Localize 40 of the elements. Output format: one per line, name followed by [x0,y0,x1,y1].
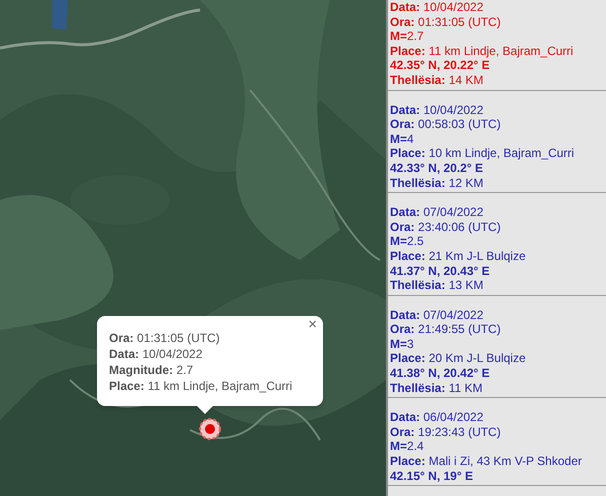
detail-text: M=2.7 [390,29,425,44]
earthquake-item[interactable]: Data: 07/04/2022 Ora: 21:49:55 (UTC) M=3 Place: 20 Km J-L Bulqize 41.38° N, 20.42° E Thellësia: 11 KM [388,296,606,398]
detail-text: Thellësia: 13 KM [390,278,484,293]
detail-text: Place: 21 Km J-L Bulqize [390,248,527,264]
detail-text: Thellësia: 14 KM [390,72,484,88]
popup-text: Place: 11 km Lindje, Bajram_Curri [109,378,294,394]
popup-text: Data: 10/04/2022 [109,346,204,362]
detail-text: Thellësia: 11 KM [390,380,484,396]
detail-text: Place: 11 km Lindje, Bajram_Curri [390,44,574,58]
earthquake-item[interactable]: Data: 07/04/2022 Ora: 23:40:06 (UTC) M=2.5 Place: 21 Km J-L Bulqize 41.37° N, 20.43° E Thellësia: 13 KM [388,193,606,296]
detail-text: M=3 [390,336,415,352]
marker-icon[interactable] [199,418,221,440]
detail-text: M=2.5 [390,234,425,249]
detail-text: Ora: 19:23:43 (UTC) [390,424,502,440]
popup-text: Ora: 01:31:05 (UTC) [109,330,221,346]
detail-text: Place: 20 Km J-L Bulqize [390,351,527,366]
detail-text: Thellësia: 12 KM [390,176,484,190]
coordinates-text: 42.33° N, 20.2° E [390,160,484,176]
coordinates-text: 42.35° N, 20.22° E [390,58,491,73]
detail-text: Data: 07/04/2022 [390,308,484,322]
earthquake-item[interactable]: Data: 10/04/2022 Ora: 01:31:05 (UTC) M=2.7 Place: 11 km Lindje, Bajram_Curri 42.35° N, 20.22° E Thellësia: 14 KM [388,0,606,91]
detail-text: Place: Mali i Zi, 43 Km V-P Shkoder [390,454,583,469]
detail-text: Ora: 00:58:03 (UTC) [390,117,502,132]
earthquake-item[interactable]: Data: 06/04/2022 Ora: 19:23:43 (UTC) M=2.4 Place: Mali i Zi, 43 Km V-P Shkoder 42.15° N, 19° E [388,398,606,486]
detail-text: Ora: 23:40:06 (UTC) [390,220,502,234]
close-button[interactable]: × [308,317,317,332]
coordinates-text: 42.15° N, 19° E [390,468,474,484]
detail-text: Data: 10/04/2022 [390,102,484,118]
detail-text: M=2.4 [390,439,425,454]
earthquake-item[interactable]: Data: 10/04/2022 Ora: 00:58:03 (UTC) M=4 Place: 10 km Lindje, Bajram_Curri 42.33° N, 20.2° E Thellësia: 12 KM [388,90,606,194]
popup-text: Magnitude: 2.7 [109,362,194,378]
detail-text: M=4 [390,132,415,146]
coordinates-text: 41.38° N, 20.42° E [390,366,491,381]
detail-text: Ora: 01:31:05 (UTC) [390,14,502,30]
detail-text: Place: 10 km Lindje, Bajram_Curri [390,146,576,161]
detail-text: Data: 10/04/2022 [390,0,484,15]
coordinates-text: 41.37° N, 20.43° E [390,264,491,278]
detail-text: Ora: 21:49:55 (UTC) [390,322,502,337]
detail-text: Data: 07/04/2022 [390,205,484,220]
detail-text: Data: 06/04/2022 [390,410,484,425]
